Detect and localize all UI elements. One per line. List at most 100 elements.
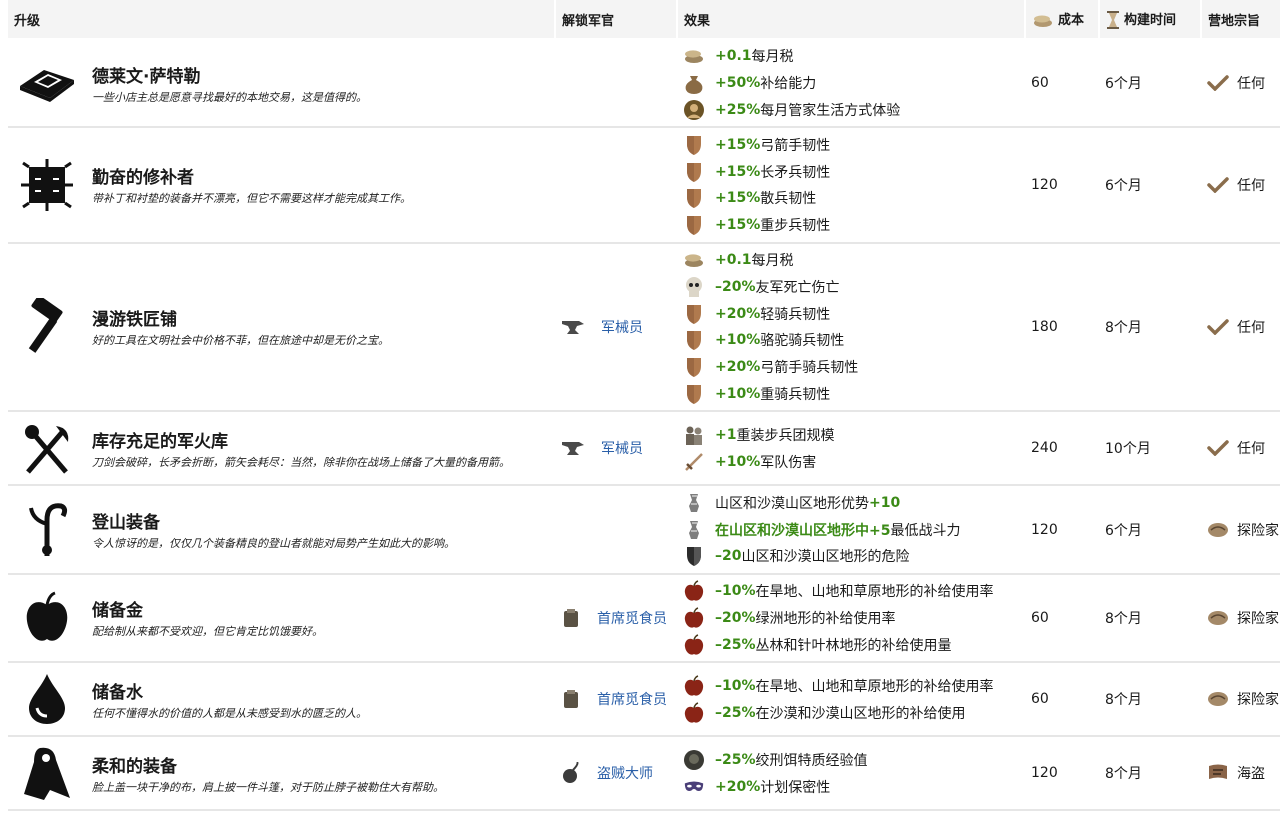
shield-icon (683, 303, 705, 325)
time-cell: 6个月 (1099, 127, 1201, 244)
effect-text: 重骑兵韧性 (760, 386, 831, 403)
gold-bars-icon (14, 50, 80, 116)
effect-line: 山区和沙漠山区地形优势 +10 (683, 489, 1019, 516)
camp-label: 探险家 (1237, 610, 1279, 627)
header-officer: 解锁军官 (555, 0, 678, 40)
effect-line: +25% 每月管家生活方式体验 (683, 97, 1019, 124)
cost-value: 60 (1031, 609, 1049, 626)
effect-line: –10% 在旱地、山地和草原地形的补给使用率 (683, 672, 1019, 699)
effect-text: 散兵韧性 (760, 191, 817, 208)
cost-cell: 120 (1025, 127, 1099, 244)
time-cell: 8个月 (1099, 736, 1201, 812)
effect-value: +0.1 (715, 48, 752, 65)
effect-line: –10% 在旱地、山地和草原地形的补给使用率 (683, 578, 1019, 605)
sword-icon (683, 451, 705, 473)
cost-value: 120 (1031, 521, 1058, 538)
upgrade-text: 柔和的装备 脸上盖一块干净的布，肩上披一件斗篷，对于防止脖子被勒住大有帮助。 (80, 752, 444, 795)
effect-text: 在旱地、山地和草原地形的补给使用率 (755, 678, 994, 695)
upgrade: 柔和的装备 脸上盖一块干净的布，肩上披一件斗篷，对于防止脖子被勒住大有帮助。 (14, 740, 549, 806)
effect-line: –20 山区和沙漠山区地形的危险 (683, 543, 1019, 570)
effect-text: 计划保密性 (760, 779, 831, 796)
effect-value: –20 (715, 548, 742, 565)
officer-name: 军械员 (601, 441, 643, 458)
cost-value: 60 (1031, 691, 1049, 708)
cost-value: 120 (1031, 765, 1058, 782)
cost-cell: 120 (1025, 736, 1099, 812)
build-time: 10个月 (1105, 441, 1151, 458)
effect-value: +20% (715, 359, 761, 376)
upgrade-name: 柔和的装备 (92, 756, 177, 777)
effect-value: –25% (715, 751, 756, 768)
upgrade-name: 德莱文·萨特勒 (92, 66, 201, 87)
camp-cell: 任何 (1201, 39, 1280, 129)
dark-face-icon (683, 749, 705, 771)
officer-link[interactable]: 军械员 (561, 317, 671, 337)
build-time: 8个月 (1105, 319, 1142, 336)
cost-cell: 120 (1025, 485, 1099, 575)
effect-text: 绿洲地形的补给使用率 (755, 610, 896, 627)
hammer-icon (14, 294, 80, 360)
apple-small-icon (683, 701, 705, 724)
officer-link[interactable]: 首席觅食员 (561, 688, 671, 710)
effect-line: +0.1 每月税 (683, 43, 1019, 70)
camp-purpose: 任何 (1207, 438, 1280, 458)
header-cost: 成本 (1025, 0, 1100, 40)
check-icon (1207, 319, 1233, 335)
upgrade-name: 勤奋的修补者 (92, 168, 194, 189)
camp-cell: 海盗 (1201, 736, 1280, 812)
upgrade-text: 德莱文·萨特勒一些小店主总是愿意寻找最好的本地交易，这是值得的。 (80, 62, 367, 105)
upgrade: 储备金 配给制从来都不受欢迎，但它肯定比饥饿要好。 (14, 585, 549, 651)
upgrade: 库存充足的军火库 刀剑会破碎，长矛会折断，箭矢会耗尽：当然，除非你在战场上储备了大… (14, 415, 549, 481)
effect-text: 轻骑兵韧性 (760, 306, 831, 323)
effects-cell: +0.1 每月税 +50% 补给能力 +25% 每月管家生活方式体验 (677, 39, 1025, 129)
cost-cell: 240 (1025, 411, 1099, 487)
coins-icon (683, 45, 705, 67)
effect-line: –25% 绞刑饵特质经验值 (683, 746, 1019, 773)
hooded-cloak-icon (14, 740, 80, 806)
upgrade-cell: 储备水 任何不懂得水的价值的人都是从未感受到水的匮乏的人。 (8, 662, 555, 738)
effect-text: 骆驼骑兵韧性 (760, 333, 845, 350)
effect-value: +25% (715, 101, 761, 118)
effect-value: +15% (715, 163, 761, 180)
upgrade: 储备水 任何不懂得水的价值的人都是从未感受到水的匮乏的人。 (14, 666, 549, 732)
camp-label: 探险家 (1237, 522, 1279, 539)
camp-cell: 任何 (1201, 411, 1280, 487)
effect-text: 在旱地、山地和草原地形的补给使用率 (755, 584, 994, 601)
camp-purpose: 任何 (1207, 317, 1280, 337)
table-row: 德莱文·萨特勒 一些小店主总是愿意寻找最好的本地交易，这是值得的。 +0.1 每月税 +… (8, 39, 1280, 129)
upgrade-name: 登山装备 (92, 513, 160, 534)
effect-value: –25% (715, 704, 756, 721)
effect-line: –25% 丛林和针叶林地形的补给使用量 (683, 631, 1019, 658)
effect-line: +15% 弓箭手韧性 (683, 131, 1019, 158)
camp-label: 任何 (1237, 76, 1265, 93)
effect-text: 丛林和针叶林地形的补给使用量 (755, 637, 952, 654)
upgrade-name: 储备金 (92, 601, 143, 622)
cost-cell: 60 (1025, 39, 1099, 129)
shield-icon (683, 329, 705, 351)
mountain-icon (683, 492, 705, 514)
officer-link[interactable]: 军械员 (561, 438, 671, 458)
camp-purpose: 探险家 (1207, 689, 1280, 709)
officer-link[interactable]: 首席觅食员 (561, 607, 671, 629)
officer-link[interactable]: 盗贼大师 (561, 762, 671, 784)
time-cell: 6个月 (1099, 485, 1201, 575)
cost-value: 120 (1031, 176, 1058, 193)
table-row: 库存充足的军火库 刀剑会破碎，长矛会折断，箭矢会耗尽：当然，除非你在战场上储备了大… (8, 411, 1280, 487)
grappling-hook-icon (14, 497, 80, 563)
effect-text: 长矛兵韧性 (760, 164, 831, 181)
effects-cell: +15% 弓箭手韧性 +15% 长矛兵韧性 +15% 散兵韧性 +15% 重步兵韧性 (677, 127, 1025, 244)
upgrade-description: 一些小店主总是愿意寻找最好的本地交易，这是值得的。 (92, 90, 367, 104)
header-effect: 效果 (677, 0, 1026, 40)
time-cell: 10个月 (1099, 411, 1201, 487)
sack-icon (683, 72, 705, 95)
header-row: 升级 解锁军官 效果 成本 构建时间 营地宗旨 (8, 0, 1280, 40)
effect-line: +15% 重步兵韧性 (683, 212, 1019, 239)
upgrade-name: 库存充足的军火库 (92, 431, 228, 452)
effect-line: +50% 补给能力 (683, 70, 1019, 97)
build-time: 6个月 (1105, 76, 1142, 93)
effects-cell: +0.1 每月税 –20% 友军死亡伤亡 +20% 轻骑兵韧性 +10% 骆驼骑兵韧性 +20%… (677, 242, 1025, 413)
effect-prefix: 山区和沙漠山区地形优势 (715, 495, 869, 512)
upgrade-cell: 登山装备 令人惊讶的是，仅仅几个装备精良的登山者就能对局势产生如此大的影响。 (8, 485, 555, 575)
pouch-icon (561, 762, 589, 784)
header-camp: 营地宗旨 (1201, 0, 1280, 40)
